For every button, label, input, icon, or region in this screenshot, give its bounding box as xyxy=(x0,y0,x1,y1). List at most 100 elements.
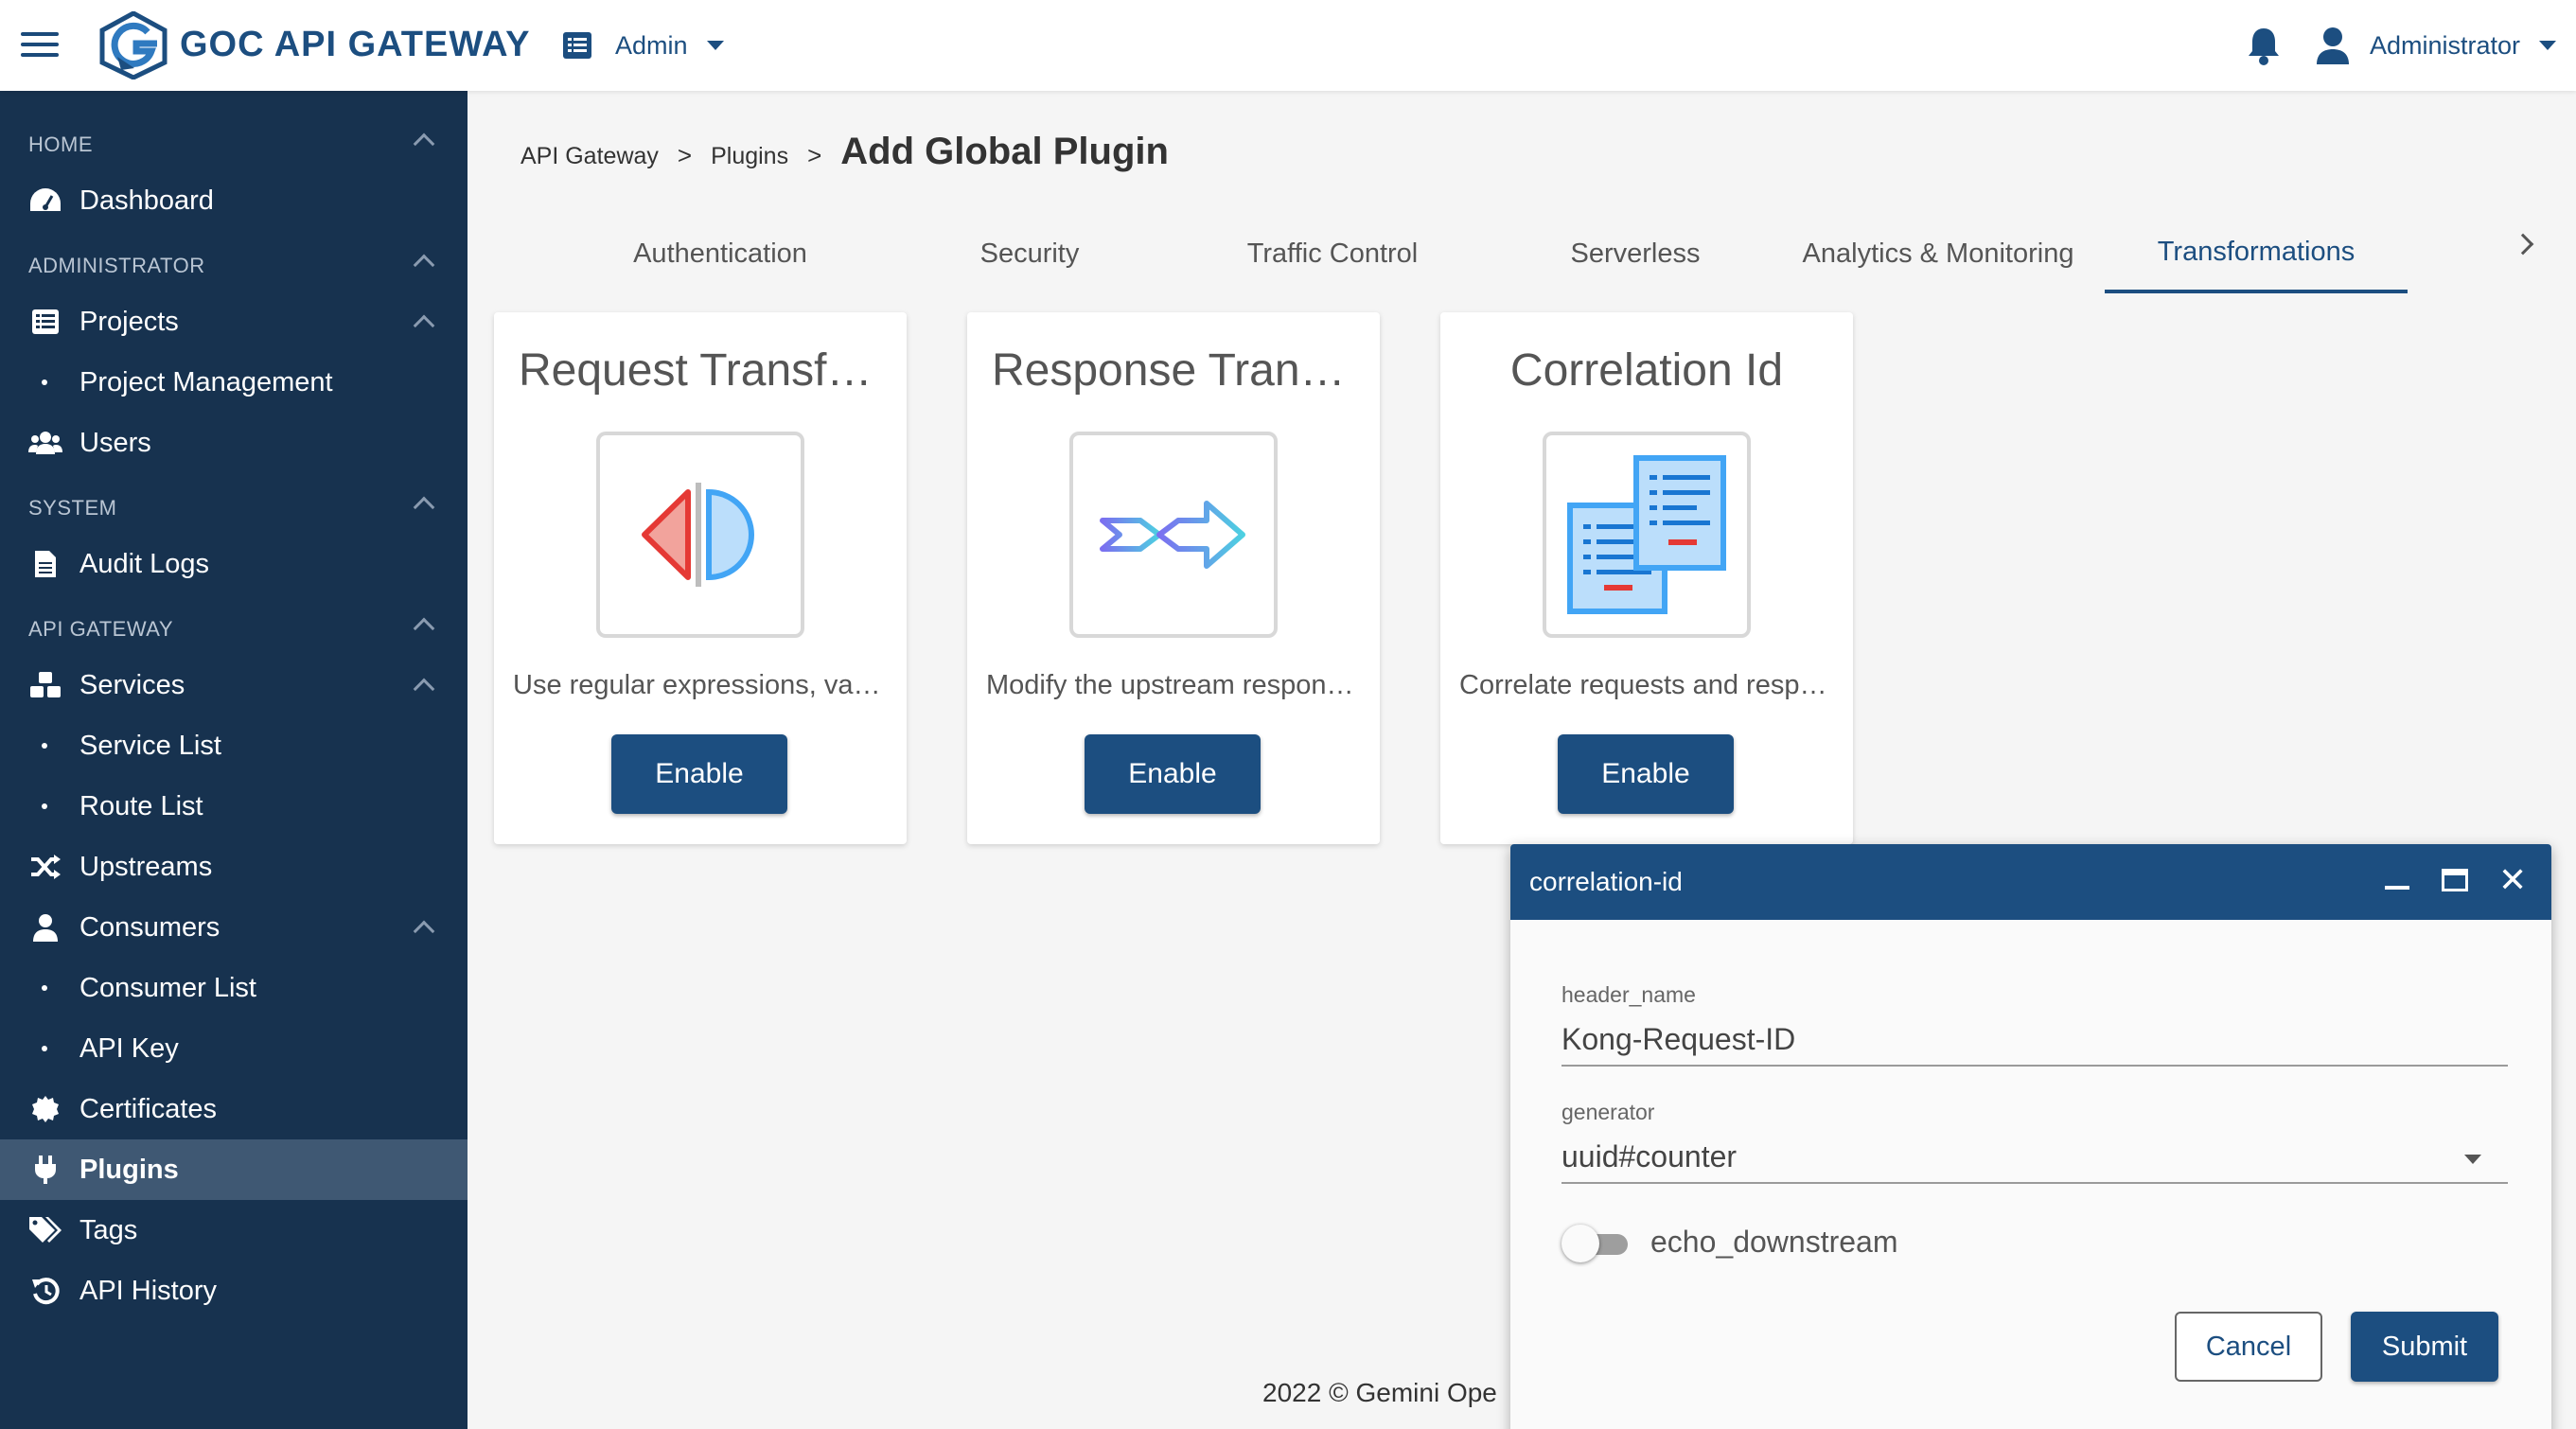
sidebar-item-certificates[interactable]: Certificates xyxy=(0,1079,468,1139)
admin-menu-label: Admin xyxy=(615,30,688,60)
sidebar-item-label: Projects xyxy=(79,306,179,337)
hamburger-icon[interactable] xyxy=(21,28,59,61)
user-icon xyxy=(28,910,62,944)
top-bar: GOC API GATEWAY Admin Administrator xyxy=(0,0,2576,91)
sidebar-item-users[interactable]: Users xyxy=(0,413,468,473)
plug-icon xyxy=(28,1153,62,1187)
certificate-icon xyxy=(28,1092,62,1126)
enable-button[interactable]: Enable xyxy=(611,734,787,814)
request-transformer-icon xyxy=(596,432,804,638)
sidebar-item-projects[interactable]: Projects xyxy=(0,291,468,352)
section-administrator: ADMINISTRATOR xyxy=(28,254,205,277)
logo-icon xyxy=(99,11,168,79)
sidebar-item-tags[interactable]: Tags xyxy=(0,1200,468,1261)
sidebar-item-project-management[interactable]: Project Management xyxy=(0,352,468,413)
section-system: SYSTEM xyxy=(28,496,117,520)
sidebar-item-label: Consumer List xyxy=(79,972,256,1003)
card-title: Request Transformer xyxy=(519,345,907,396)
section-api-gateway: API GATEWAY xyxy=(28,617,174,641)
chevron-up-icon[interactable] xyxy=(413,496,435,519)
user-menu[interactable]: Administrator xyxy=(2315,25,2557,66)
submit-button[interactable]: Submit xyxy=(2351,1312,2498,1382)
sidebar-item-route-list[interactable]: Route List xyxy=(0,776,468,837)
bullet-icon xyxy=(42,803,47,809)
header-name-label: header_name xyxy=(1561,982,1696,1007)
sidebar-item-services[interactable]: Services xyxy=(0,655,468,715)
sidebar: HOME Dashboard ADMINISTRATOR Projects Pr… xyxy=(0,91,468,1429)
breadcrumb-plugins[interactable]: Plugins xyxy=(711,143,788,170)
shuffle-icon xyxy=(28,850,62,884)
enable-button[interactable]: Enable xyxy=(1558,734,1734,814)
card-title: Response Transformer xyxy=(992,345,1380,396)
breadcrumb-api-gateway[interactable]: API Gateway xyxy=(520,143,659,170)
dashboard-icon xyxy=(28,184,62,218)
header-name-input[interactable]: Kong-Request-ID xyxy=(1561,1022,2508,1067)
plugin-config-dialog: correlation-id ✕ header_name Kong-Reques… xyxy=(1510,844,2551,1429)
tab-analytics-monitoring[interactable]: Analytics & Monitoring xyxy=(1787,214,2090,293)
user-icon xyxy=(2317,27,2349,64)
cubes-icon xyxy=(28,668,62,702)
sidebar-item-audit-logs[interactable]: Audit Logs xyxy=(0,534,468,594)
caret-down-icon xyxy=(2539,41,2557,50)
sidebar-item-consumers[interactable]: Consumers xyxy=(0,897,468,958)
sidebar-item-label: Plugins xyxy=(79,1154,179,1185)
chevron-up-icon[interactable] xyxy=(413,132,435,155)
sidebar-item-label: Users xyxy=(79,427,151,458)
sidebar-item-upstreams[interactable]: Upstreams xyxy=(0,837,468,897)
tab-traffic-control[interactable]: Traffic Control xyxy=(1181,214,1484,293)
close-icon[interactable]: ✕ xyxy=(2498,861,2527,899)
generator-select[interactable]: uuid#counter xyxy=(1561,1139,2508,1184)
sidebar-item-plugins[interactable]: Plugins xyxy=(0,1139,468,1200)
minimize-icon[interactable] xyxy=(2385,886,2409,890)
bullet-icon xyxy=(42,985,47,991)
sidebar-item-label: Project Management xyxy=(79,366,333,397)
caret-down-icon xyxy=(706,41,724,50)
generator-label: generator xyxy=(1561,1100,1655,1124)
sidebar-item-label: Services xyxy=(79,669,185,700)
maximize-icon[interactable] xyxy=(2442,869,2468,891)
tab-transformations[interactable]: Transformations xyxy=(2105,214,2408,293)
bullet-icon xyxy=(42,1046,47,1051)
sidebar-item-api-history[interactable]: API History xyxy=(0,1261,468,1321)
chevron-up-icon[interactable] xyxy=(413,617,435,640)
dialog-title: correlation-id xyxy=(1529,867,1683,896)
admin-menu[interactable]: Admin xyxy=(562,26,724,64)
users-icon xyxy=(28,426,62,460)
chevron-up-icon[interactable] xyxy=(413,254,435,276)
sidebar-item-label: Audit Logs xyxy=(79,548,210,579)
history-icon xyxy=(28,1274,62,1308)
dialog-header[interactable]: correlation-id ✕ xyxy=(1510,844,2551,920)
tab-authentication[interactable]: Authentication xyxy=(562,214,878,293)
breadcrumb: API Gateway > Plugins > Add Global Plugi… xyxy=(520,131,1169,173)
sidebar-item-label: Upstreams xyxy=(79,851,213,882)
sidebar-item-dashboard[interactable]: Dashboard xyxy=(0,170,468,231)
brand-title: GOC API GATEWAY xyxy=(180,25,531,64)
breadcrumb-separator: > xyxy=(807,141,822,169)
bell-icon[interactable] xyxy=(2245,25,2283,66)
sidebar-item-api-key[interactable]: API Key xyxy=(0,1018,468,1079)
cancel-button[interactable]: Cancel xyxy=(2175,1312,2322,1382)
plugin-card-correlation-id: Correlation Id Correlate requests and re… xyxy=(1440,312,1853,844)
echo-downstream-label: echo_downstream xyxy=(1650,1225,1898,1259)
page-title: Add Global Plugin xyxy=(840,131,1169,172)
caret-down-icon[interactable] xyxy=(2464,1155,2481,1164)
card-description: Correlate requests and responses using a… xyxy=(1459,670,1834,700)
card-description: Use regular expressions, variables and t… xyxy=(513,670,888,700)
sidebar-item-service-list[interactable]: Service List xyxy=(0,715,468,776)
sidebar-item-label: API History xyxy=(79,1275,218,1306)
response-transformer-icon xyxy=(1069,432,1278,638)
footer-copyright: 2022 © Gemini Ope xyxy=(1262,1378,1497,1407)
tab-security[interactable]: Security xyxy=(878,214,1181,293)
echo-downstream-toggle[interactable] xyxy=(1561,1225,1630,1262)
tab-serverless[interactable]: Serverless xyxy=(1484,214,1787,293)
enable-button[interactable]: Enable xyxy=(1085,734,1261,814)
sidebar-item-label: Service List xyxy=(79,730,221,761)
sidebar-item-label: Certificates xyxy=(79,1093,218,1124)
sidebar-item-consumer-list[interactable]: Consumer List xyxy=(0,958,468,1018)
plugin-card-request-transformer: Request Transformer Use regular expressi… xyxy=(494,312,907,844)
card-description: Modify the upstream response headers and… xyxy=(986,670,1361,700)
sidebar-item-label: Route List xyxy=(79,790,203,821)
section-home: HOME xyxy=(28,132,93,156)
bullet-icon xyxy=(42,743,47,749)
user-menu-label: Administrator xyxy=(2370,30,2521,60)
